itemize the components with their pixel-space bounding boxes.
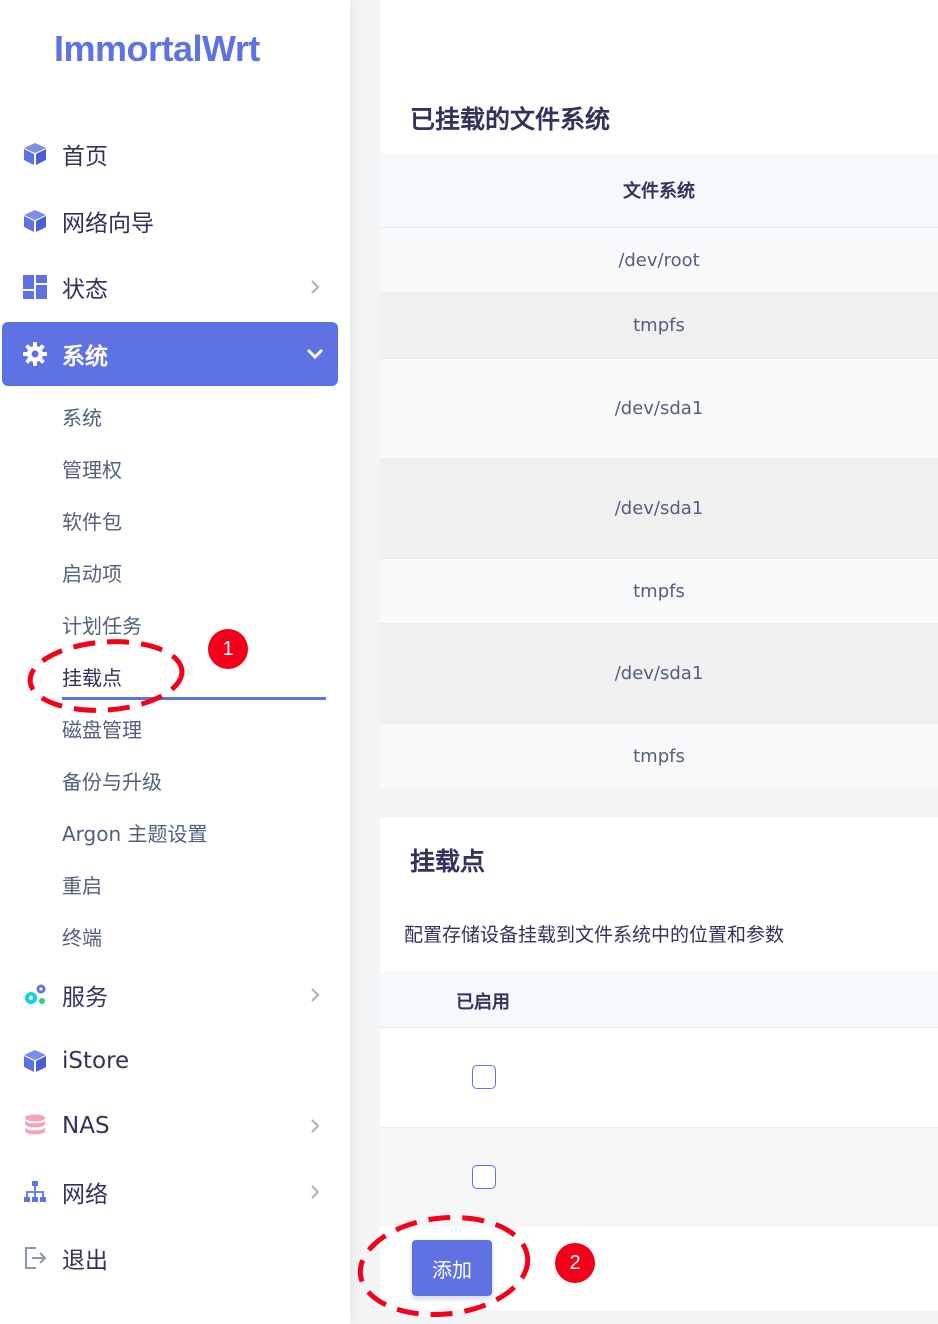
table-row: /dev/root	[380, 227, 938, 292]
filesystem-cell: tmpfs	[633, 745, 685, 767]
cube-icon	[22, 1048, 48, 1074]
sidebar-item-logout[interactable]: 退出	[2, 1226, 338, 1290]
app-logo[interactable]: ImmortalWrt	[54, 28, 260, 70]
chevron-right-icon	[306, 1183, 324, 1201]
submenu-item-terminal[interactable]: 终端	[62, 922, 102, 951]
table-row	[380, 1127, 938, 1227]
enabled-checkbox[interactable]	[472, 1065, 496, 1089]
submenu-item-argon-theme[interactable]: Argon 主题设置	[62, 818, 208, 847]
active-submenu-underline	[62, 697, 326, 700]
column-header-filesystem: 文件系统	[623, 181, 695, 202]
table-row: tmpfs	[380, 292, 938, 358]
sidebar-item-label: NAS	[62, 1113, 110, 1139]
submenu-item-reboot[interactable]: 重启	[62, 870, 102, 899]
table-row: /dev/sda1	[380, 458, 938, 558]
submenu-item-packages[interactable]: 软件包	[62, 506, 122, 535]
table-header: 已启用	[380, 971, 938, 1027]
gears-icon	[22, 982, 48, 1008]
mounted-filesystems-title: 已挂载的文件系统	[410, 105, 611, 134]
cube-icon	[22, 208, 48, 234]
sidebar-item-label: 首页	[62, 144, 108, 170]
cube-icon	[22, 141, 48, 167]
gear-icon	[22, 341, 48, 367]
table-row: tmpfs	[380, 723, 938, 788]
sidebar-item-network-wizard[interactable]: 网络向导	[2, 189, 338, 253]
mount-points-card: 挂载点 配置存储设备挂载到文件系统中的位置和参数 已启用	[380, 818, 938, 1310]
sidebar-item-home[interactable]: 首页	[2, 122, 338, 186]
dashboard-icon	[22, 274, 48, 300]
sidebar-item-status[interactable]: 状态	[2, 255, 338, 319]
chevron-right-icon	[306, 986, 324, 1004]
table-row	[380, 1027, 938, 1127]
annotation-badge-1: 1	[208, 629, 248, 669]
sidebar-item-istore[interactable]: iStore	[2, 1029, 338, 1093]
database-icon	[22, 1113, 48, 1139]
sidebar-item-nas[interactable]: NAS	[2, 1094, 338, 1158]
chevron-right-icon	[306, 278, 324, 296]
sidebar-item-label: 网络	[62, 1182, 108, 1208]
mounted-filesystems-card: 已挂载的文件系统 文件系统 /dev/root tmpfs /dev/sda1 …	[380, 0, 938, 788]
sidebar-item-network[interactable]: 网络	[2, 1160, 338, 1224]
logout-icon	[22, 1245, 48, 1271]
sitemap-icon	[22, 1179, 48, 1205]
sidebar-item-label: 网络向导	[62, 211, 154, 237]
sidebar-item-system[interactable]: 系统	[2, 322, 338, 386]
table-row: tmpfs	[380, 558, 938, 623]
sidebar-item-services[interactable]: 服务	[2, 963, 338, 1027]
chevron-right-icon	[306, 1117, 324, 1135]
add-button[interactable]: 添加	[412, 1240, 492, 1296]
filesystem-cell: tmpfs	[633, 315, 685, 336]
enabled-checkbox[interactable]	[472, 1165, 496, 1189]
annotation-badge-2: 2	[555, 1243, 595, 1283]
sidebar: ImmortalWrt 首页 网络向导 状态 系统 系统 管理权 软件包 启动项…	[0, 0, 350, 1324]
filesystem-cell: /dev/sda1	[614, 498, 704, 519]
submenu-item-system[interactable]: 系统	[62, 402, 102, 431]
submenu-item-mount-points[interactable]: 挂载点	[62, 662, 122, 691]
filesystem-cell: /dev/sda1	[614, 398, 704, 419]
sidebar-item-label: 状态	[62, 277, 108, 303]
table-row: /dev/sda1	[380, 358, 938, 458]
mount-points-title: 挂载点	[410, 847, 486, 876]
filesystem-cell: /dev/sda1	[614, 663, 704, 684]
sidebar-item-label: iStore	[62, 1048, 130, 1074]
submenu-item-scheduled-tasks[interactable]: 计划任务	[62, 610, 142, 639]
mount-points-description: 配置存储设备挂载到文件系统中的位置和参数	[404, 924, 785, 946]
submenu-item-backup-upgrade[interactable]: 备份与升级	[62, 766, 162, 795]
table-header: 文件系统	[380, 153, 938, 227]
sidebar-item-label: 系统	[62, 344, 108, 370]
table-row: /dev/sda1	[380, 623, 938, 723]
sidebar-item-label: 退出	[62, 1248, 108, 1274]
column-header-enabled: 已启用	[456, 992, 510, 1013]
filesystem-cell: /dev/root	[618, 249, 700, 271]
chevron-down-icon	[306, 345, 324, 363]
submenu-item-admin[interactable]: 管理权	[62, 454, 122, 483]
submenu-item-startup[interactable]: 启动项	[62, 558, 122, 587]
sidebar-item-label: 服务	[62, 985, 108, 1011]
filesystem-cell: tmpfs	[633, 580, 685, 602]
submenu-item-disk-management[interactable]: 磁盘管理	[62, 714, 142, 743]
